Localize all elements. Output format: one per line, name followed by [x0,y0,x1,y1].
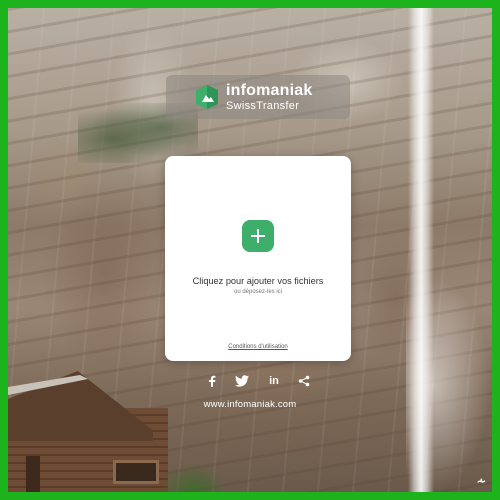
corner-brand-icon: ⩪ [476,476,486,488]
product-name: SwissTransfer [226,99,300,112]
upload-subtitle: ou déposez-les ici [233,289,283,295]
brand-header[interactable]: infomaniak SwissTransfer [166,75,350,119]
linkedin-icon[interactable]: in [266,373,282,389]
swisstransfer-logo-icon [194,83,220,111]
twitter-icon[interactable] [234,373,250,389]
social-links: in [204,373,318,389]
terms-link[interactable]: Conditions d'utilisation [165,344,351,350]
brand-text: infomaniak SwissTransfer [226,81,313,112]
upload-title: Cliquez pour ajouter vos fichiers [192,276,324,286]
app-frame: infomaniak SwissTransfer Cliquez pour aj… [0,0,500,500]
background-cabin-door [26,456,40,492]
background-bush [158,463,228,492]
plus-icon [251,229,265,243]
background-cabin-window [113,460,159,484]
upload-card[interactable]: Cliquez pour ajouter vos fichiers ou dép… [165,156,351,361]
add-files-button[interactable] [242,220,274,252]
share-icon[interactable] [296,373,312,389]
website-link[interactable]: www.infomaniak.com [8,399,492,410]
facebook-icon[interactable] [204,373,220,389]
background-waterfall-spray [406,268,492,492]
brand-name: infomaniak [226,81,313,99]
